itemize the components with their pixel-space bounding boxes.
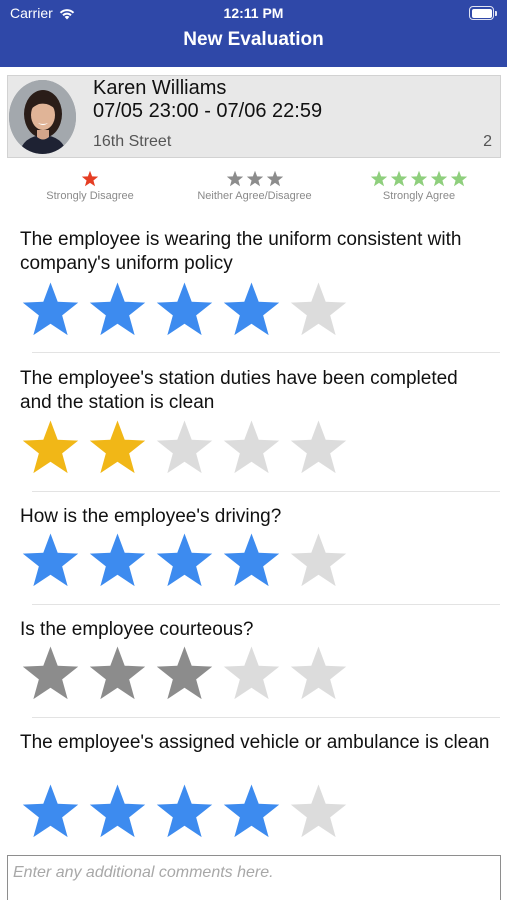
star-filled-icon[interactable] xyxy=(221,280,282,341)
star-filled-icon[interactable] xyxy=(20,782,81,843)
legend-label: Strongly Disagree xyxy=(46,190,134,202)
legend-strongly-disagree: Strongly Disagree xyxy=(20,170,160,202)
evaluation-count: 2 xyxy=(483,133,492,150)
navigation-bar: Carrier 12:11 PM New Evaluation xyxy=(0,0,507,67)
legend-star-icon xyxy=(390,170,408,187)
star-empty-icon[interactable] xyxy=(221,418,282,479)
star-filled-icon[interactable] xyxy=(87,782,148,843)
status-time: 12:11 PM xyxy=(223,5,284,21)
employee-name: Karen Williams xyxy=(93,77,227,99)
rating-stars[interactable] xyxy=(20,782,349,843)
legend-stars xyxy=(20,170,160,188)
legend-star-icon xyxy=(81,170,99,187)
star-filled-icon[interactable] xyxy=(87,644,148,705)
question-text: The employee's station duties have been … xyxy=(20,368,458,413)
question-text: The employee is wearing the uniform cons… xyxy=(20,229,462,274)
divider xyxy=(32,604,500,605)
star-empty-icon[interactable] xyxy=(288,644,349,705)
star-filled-icon[interactable] xyxy=(221,782,282,843)
legend-star-icon xyxy=(266,170,283,187)
star-empty-icon[interactable] xyxy=(288,418,349,479)
legend-star-icon xyxy=(370,170,388,187)
comments-input[interactable] xyxy=(7,855,501,900)
legend-star-icon xyxy=(246,170,263,187)
legend-stars xyxy=(172,170,337,188)
legend-neutral: Neither Agree/Disagree xyxy=(172,170,337,202)
rating-stars[interactable] xyxy=(20,644,349,705)
star-empty-icon[interactable] xyxy=(288,280,349,341)
star-filled-icon[interactable] xyxy=(221,531,282,592)
question-text: Is the employee courteous? xyxy=(20,619,254,640)
divider xyxy=(32,352,500,353)
rating-stars[interactable] xyxy=(20,531,349,592)
legend-label: Neither Agree/Disagree xyxy=(197,190,312,202)
battery-icon xyxy=(469,6,497,20)
star-filled-icon[interactable] xyxy=(87,280,148,341)
legend-star-icon xyxy=(226,170,243,187)
legend-star-icon xyxy=(430,170,448,187)
legend-strongly-agree: Strongly Agree xyxy=(350,170,488,202)
rating-stars[interactable] xyxy=(20,418,349,479)
star-filled-icon[interactable] xyxy=(20,531,81,592)
star-filled-icon[interactable] xyxy=(20,418,81,479)
star-filled-icon[interactable] xyxy=(154,644,215,705)
star-filled-icon[interactable] xyxy=(87,531,148,592)
question-text: The employee's assigned vehicle or ambul… xyxy=(20,732,490,753)
employee-card: Karen Williams 07/05 23:00 - 07/06 22:59… xyxy=(7,75,501,158)
legend-star-icon xyxy=(410,170,428,187)
star-filled-icon[interactable] xyxy=(154,782,215,843)
star-filled-icon[interactable] xyxy=(154,531,215,592)
legend-star-icon xyxy=(450,170,468,187)
star-empty-icon[interactable] xyxy=(221,644,282,705)
star-filled-icon[interactable] xyxy=(154,280,215,341)
legend-stars xyxy=(350,170,488,188)
rating-stars[interactable] xyxy=(20,280,349,341)
employee-avatar xyxy=(9,80,76,154)
star-filled-icon[interactable] xyxy=(20,644,81,705)
star-filled-icon[interactable] xyxy=(20,280,81,341)
page-title: New Evaluation xyxy=(183,29,324,50)
star-empty-icon[interactable] xyxy=(154,418,215,479)
divider xyxy=(32,491,500,492)
divider xyxy=(32,717,500,718)
legend-label: Strongly Agree xyxy=(382,190,456,202)
employee-location: 16th Street xyxy=(93,133,172,150)
star-empty-icon[interactable] xyxy=(288,531,349,592)
star-empty-icon[interactable] xyxy=(288,782,349,843)
question-text: How is the employee's driving? xyxy=(20,506,282,527)
evaluation-period: 07/05 23:00 - 07/06 22:59 xyxy=(93,100,323,122)
star-filled-icon[interactable] xyxy=(87,418,148,479)
